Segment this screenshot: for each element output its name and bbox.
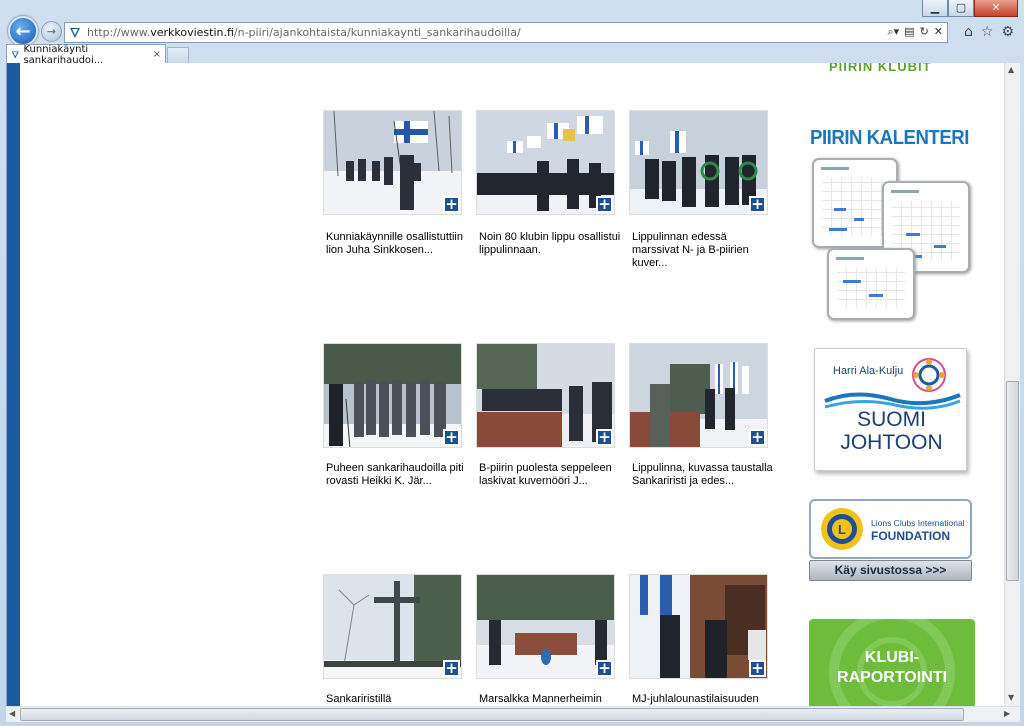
vertical-scroll-thumb[interactable] <box>1006 381 1019 581</box>
gallery-caption-4[interactable]: Puheen sankarihaudoilla piti rovasti Hei… <box>326 462 468 488</box>
klubi-raportointi-banner[interactable]: KLUBI- RAPORTOINTI <box>809 619 975 706</box>
gallery-caption-7[interactable]: Sankariristillä <box>326 693 468 706</box>
scroll-up-icon[interactable]: ▲ <box>1008 65 1014 74</box>
enlarge-icon[interactable]: + <box>596 429 613 446</box>
refresh-icon[interactable]: ↻ <box>920 25 929 39</box>
tab-active[interactable]: Kunniakäynti sankarihaudoi... × <box>6 44 166 66</box>
url-domain: verkkoviestin.fi <box>150 26 234 39</box>
tab-close-icon[interactable]: × <box>153 49 161 60</box>
home-icon[interactable]: ⌂ <box>964 24 973 40</box>
scroll-right-icon[interactable]: ▶ <box>1004 709 1010 718</box>
gallery-caption-3[interactable]: Lippulinnan edessä marssivat N- ja B-pii… <box>632 231 774 270</box>
gallery-caption-1[interactable]: Kunniakäynnille osallistuttiin lion Juha… <box>326 231 468 257</box>
back-button[interactable]: ← <box>8 16 38 46</box>
scroll-left-icon[interactable]: ◀ <box>9 709 15 718</box>
lions-foundation-line2: FOUNDATION <box>871 529 951 543</box>
enlarge-icon[interactable]: + <box>749 660 766 677</box>
lions-logo-icon: L <box>821 508 863 550</box>
horizontal-scroll-thumb[interactable] <box>20 708 964 721</box>
gallery-thumb-4[interactable]: + <box>323 343 462 448</box>
compat-view-icon[interactable]: ▤ <box>904 25 914 39</box>
gallery-thumb-5[interactable]: + <box>476 343 615 448</box>
svg-text:L: L <box>838 522 846 537</box>
gallery-thumb-2[interactable]: + <box>476 110 615 215</box>
horizontal-scrollbar[interactable]: ◀ ▶ <box>6 706 1020 722</box>
page-viewport: + + + Kunniakäynnille osallistuttiin lio… <box>6 63 1004 706</box>
browser-window: ▁ ▢ ✕ ← → http://www.verkkoviestin.fi/n-… <box>0 0 1024 726</box>
klubi-line2: RAPORTOINTI <box>837 669 947 686</box>
gallery-thumb-1[interactable]: + <box>323 110 462 215</box>
gallery-caption-5[interactable]: B-piirin puolesta seppeleen laskivat kuv… <box>479 462 621 488</box>
address-tools: ⌕▾ ▤ ↻ ✕ <box>887 25 943 39</box>
piirin-klubit-link[interactable]: PIIRIN KLUBIT <box>829 63 932 74</box>
visit-site-button[interactable]: Käy sivustossa >>> <box>809 560 972 581</box>
calendar-heading[interactable]: PIIRIN KALENTERI <box>810 127 969 150</box>
gallery-caption-9[interactable]: MJ-juhlalounastilaisuuden <box>632 693 774 706</box>
gallery-thumb-3[interactable]: + <box>629 110 768 215</box>
navigation-bar: ← → http://www.verkkoviestin.fi/n-piiri/… <box>0 14 1024 46</box>
gallery-caption-8[interactable]: Marsalkka Mannerheimin <box>479 693 621 706</box>
url-text: http://www.verkkoviestin.fi/n-piiri/ajan… <box>87 26 521 39</box>
lions-foundation-banner[interactable]: L Lions Clubs International FOUNDATION <box>809 499 972 559</box>
page-left-border <box>7 63 20 706</box>
enlarge-icon[interactable]: + <box>443 429 460 446</box>
harri-slogan-1: SUOMI <box>857 408 926 431</box>
lions-foundation-line1: Lions Clubs International <box>871 518 965 528</box>
browser-toolbar: ⌂ ☆ ⚙ <box>964 24 1014 40</box>
enlarge-icon[interactable]: + <box>749 429 766 446</box>
gallery-caption-2[interactable]: Noin 80 klubin lippu osallistui lippulin… <box>479 231 621 257</box>
enlarge-icon[interactable]: + <box>443 660 460 677</box>
tab-favicon-icon <box>11 50 19 59</box>
klubi-line1: KLUBI- <box>864 649 920 666</box>
gallery-thumb-7[interactable]: + <box>323 574 462 679</box>
gallery-thumb-9[interactable]: + <box>629 574 768 679</box>
scroll-down-icon[interactable]: ▼ <box>1008 693 1014 702</box>
enlarge-icon[interactable]: + <box>596 660 613 677</box>
gallery-thumb-8[interactable]: + <box>476 574 615 679</box>
tab-strip: Kunniakäynti sankarihaudoi... × <box>0 44 1024 66</box>
search-icon[interactable]: ⌕▾ <box>887 25 899 39</box>
new-tab-button[interactable] <box>167 47 189 64</box>
gear-icon[interactable]: ⚙ <box>1001 24 1014 40</box>
enlarge-icon[interactable]: + <box>443 196 460 213</box>
site-favicon-icon <box>67 25 83 41</box>
enlarge-icon[interactable]: + <box>596 196 613 213</box>
harri-ala-kulju-banner[interactable]: Harri Ala-Kulju SUOMI JOHTOON <box>814 348 967 471</box>
stop-icon[interactable]: ✕ <box>934 25 943 39</box>
gallery-caption-6[interactable]: Lippulinna, kuvassa taustalla Sankariris… <box>632 462 774 488</box>
gallery-thumb-6[interactable]: + <box>629 343 768 448</box>
harri-slogan-2: JOHTOON <box>840 431 943 454</box>
vertical-scrollbar[interactable]: ▲ ▼ <box>1004 63 1020 706</box>
harri-name: Harri Ala-Kulju <box>833 365 904 377</box>
enlarge-icon[interactable]: + <box>749 196 766 213</box>
url-path: /n-piiri/ajankohtaista/kunniakaynti_sank… <box>233 26 521 39</box>
forward-button[interactable]: → <box>41 21 62 42</box>
address-bar[interactable]: http://www.verkkoviestin.fi/n-piiri/ajan… <box>64 22 948 43</box>
favorites-star-icon[interactable]: ☆ <box>981 24 994 40</box>
